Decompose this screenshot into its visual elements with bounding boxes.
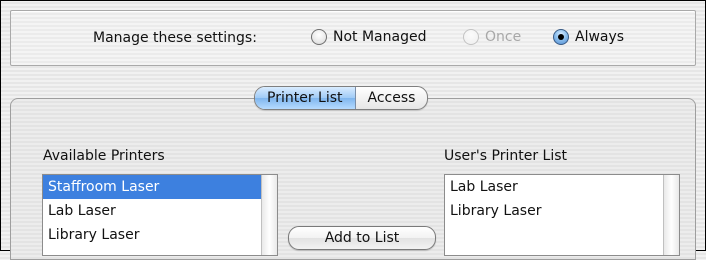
tab-access[interactable]: Access	[356, 87, 428, 109]
radio-not-managed-label: Not Managed	[333, 29, 427, 45]
tab-printer-list[interactable]: Printer List	[255, 87, 356, 109]
radio-button-icon[interactable]	[311, 29, 327, 45]
tab-bar: Printer List Access	[254, 86, 429, 110]
manage-settings-bar: Manage these settings: Not Managed Once …	[10, 10, 696, 66]
list-item-staffroom-laser[interactable]: Staffroom Laser	[43, 175, 277, 199]
list-item-lab-laser[interactable]: Lab Laser	[43, 199, 277, 223]
available-printers-label: Available Printers	[43, 148, 165, 164]
radio-once: Once	[463, 29, 521, 45]
radio-always-label: Always	[575, 29, 625, 45]
radio-selected-icon[interactable]	[553, 29, 569, 45]
radio-always[interactable]: Always	[553, 29, 624, 45]
available-printers-list[interactable]: Staffroom Laser Lab Laser Library Laser	[42, 174, 278, 256]
add-to-list-button[interactable]: Add to List	[288, 226, 436, 250]
radio-button-icon	[463, 29, 479, 45]
vertical-scrollbar[interactable]	[261, 175, 277, 255]
users-printer-list[interactable]: Lab Laser Library Laser	[444, 174, 680, 256]
radio-once-label: Once	[485, 29, 522, 45]
manage-settings-label: Manage these settings:	[93, 30, 257, 46]
list-item-library-laser[interactable]: Library Laser	[445, 199, 679, 223]
vertical-scrollbar[interactable]	[663, 175, 679, 255]
list-item-library-laser[interactable]: Library Laser	[43, 223, 277, 247]
list-item-lab-laser[interactable]: Lab Laser	[445, 175, 679, 199]
radio-not-managed[interactable]: Not Managed	[311, 29, 426, 45]
users-printer-list-label: User's Printer List	[444, 148, 567, 164]
